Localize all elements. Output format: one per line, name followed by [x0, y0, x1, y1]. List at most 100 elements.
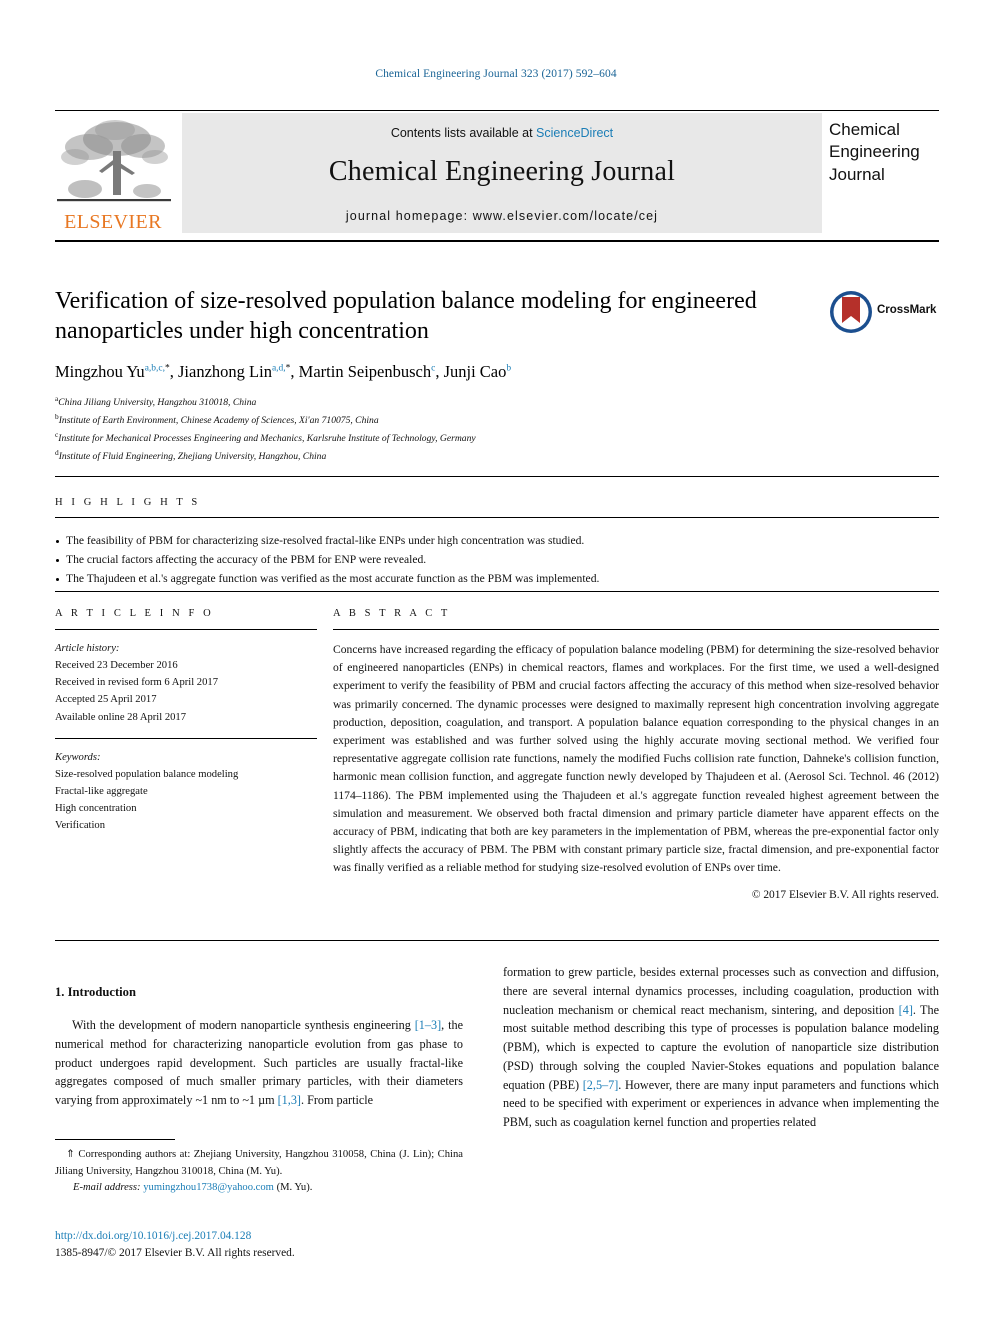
footnote-email-line: E-mail address: yumingzhou1738@yahoo.com… [55, 1182, 463, 1193]
email-link[interactable]: yumingzhou1738@yahoo.com [143, 1182, 274, 1193]
keyword-item: Size-resolved population balance modelin… [55, 768, 239, 780]
affiliation-list: aChina Jiliang University, Hangzhou 3100… [55, 393, 939, 464]
highlights-bottom-rule [55, 591, 939, 592]
author-item: Junji Caob [444, 362, 512, 381]
citation-link[interactable]: [4] [899, 1003, 913, 1017]
journal-masthead: ELSEVIER Contents lists available at Sci… [55, 113, 939, 235]
history-item: Received in revised form 6 April 2017 [55, 677, 218, 689]
highlights-heading: H I G H L I G H T S [55, 497, 201, 508]
keywords-label: Keywords: [55, 751, 101, 763]
masthead-bottom-rule [55, 240, 939, 242]
body-column-left: 1. Introduction With the development of … [55, 985, 463, 1110]
page-title: Verification of size-resolved population… [55, 288, 757, 345]
list-item: The feasibility of PBM for characterizin… [55, 532, 939, 551]
citation-link[interactable]: [2,5–7] [583, 1078, 619, 1092]
citation-link[interactable]: [1–3] [415, 1018, 441, 1032]
intro-paragraph-left: With the development of modern nanoparti… [55, 1016, 463, 1110]
history-item: Accepted 25 April 2017 [55, 694, 157, 706]
footnote-text: ⇑ Corresponding authors at: Zhejiang Uni… [55, 1147, 463, 1180]
para-text: formation to grew particle, besides exte… [503, 965, 939, 1017]
author-name: Junji Cao [443, 362, 507, 382]
journal-article-page: Chemical Engineering Journal 323 (2017) … [0, 0, 992, 1323]
issn-copyright-line: 1385-8947/© 2017 Elsevier B.V. All right… [55, 1246, 295, 1259]
author-affil-marks: a,b,c, [144, 363, 165, 374]
citation-link[interactable]: [1,3] [278, 1093, 301, 1107]
author-separator: , [435, 362, 444, 382]
author-item: Jianzhong Lina,d,* [178, 362, 290, 381]
masthead-top-rule [55, 110, 939, 111]
crossmark-label: CrossMark [877, 304, 937, 316]
author-name: Martin Seipenbusch [298, 362, 432, 382]
body-column-right: formation to grew particle, besides exte… [503, 963, 939, 1132]
list-item: The Thajudeen et al.'s aggregate functio… [55, 570, 939, 589]
affiliation-item: aChina Jiliang University, Hangzhou 3100… [55, 393, 939, 411]
keywords-group: Keywords: Size-resolved population balan… [55, 749, 317, 835]
abstract-bottom-rule [55, 940, 939, 941]
affiliation-text: China Jiliang University, Hangzhou 31001… [58, 397, 257, 409]
affiliation-item: dInstitute of Fluid Engineering, Zhejian… [55, 447, 939, 465]
running-head: Chemical Engineering Journal 323 (2017) … [375, 68, 617, 80]
article-info-heading: A R T I C L E I N F O [55, 608, 214, 619]
author-affil-marks: a,d, [271, 363, 286, 374]
author-list: Mingzhou Yua,b,c,*, Jianzhong Lina,d,*, … [55, 362, 939, 382]
affiliation-item: cInstitute for Mechanical Processes Engi… [55, 429, 939, 447]
intro-paragraph-right: formation to grew particle, besides exte… [503, 963, 939, 1132]
abstract-section: A B S T R A C T Concerns have increased … [333, 608, 939, 901]
highlights-top-rule [55, 476, 939, 477]
abstract-copyright: © 2017 Elsevier B.V. All rights reserved… [751, 889, 939, 902]
title-block: Verification of size-resolved population… [55, 286, 939, 465]
journal-title: Chemical Engineering Journal [328, 156, 676, 187]
cover-line-3: Journal [829, 164, 885, 184]
email-label: E-mail address: [73, 1182, 141, 1194]
crossmark-icon [830, 291, 872, 333]
list-item: The crucial factors affecting the accura… [55, 551, 939, 570]
journal-cover-title: Chemical Engineering Journal [829, 119, 939, 186]
keyword-item: Fractal-like aggregate [55, 786, 148, 798]
author-item: Martin Seipenbuschc [299, 362, 436, 381]
author-separator: , [290, 362, 299, 382]
keywords-divider [55, 737, 317, 739]
author-name: Mingzhou Yu [55, 362, 145, 382]
abstract-text: Concerns have increased regarding the ef… [333, 643, 939, 875]
article-history-label: Article history: [55, 643, 120, 654]
doi-link[interactable]: http://dx.doi.org/10.1016/j.cej.2017.04.… [55, 1228, 495, 1245]
masthead-center-panel: Contents lists available at ScienceDirec… [182, 113, 822, 233]
crossmark-badge[interactable]: CrossMark [829, 290, 937, 336]
section-heading-introduction: 1. Introduction [55, 985, 136, 999]
abstract-divider [333, 629, 939, 630]
affiliation-text: Institute of Earth Environment, Chinese … [58, 415, 379, 427]
author-name: Jianzhong Lin [178, 362, 272, 382]
affiliation-item: bInstitute of Earth Environment, Chinese… [55, 411, 939, 429]
footnote-star: ⇑ [66, 1149, 75, 1160]
para-text: . From particle [300, 1093, 374, 1108]
email-suffix: (M. Yu). [276, 1182, 313, 1194]
cover-line-1: Chemical [829, 120, 900, 139]
footnote-body: Corresponding authors at: Zhejiang Unive… [55, 1149, 463, 1177]
history-item: Received 23 December 2016 [55, 660, 178, 672]
keyword-item: High concentration [55, 803, 137, 815]
para-text: With the development of modern nanoparti… [72, 1018, 415, 1032]
highlights-section: H I G H L I G H T S The feasibility of P… [55, 497, 939, 588]
corresponding-author-footnote: ⇑ Corresponding authors at: Zhejiang Uni… [55, 1139, 463, 1193]
elsevier-tree-icon [57, 120, 171, 202]
elsevier-logo: ELSEVIER [55, 113, 173, 233]
keyword-item: Verification [55, 820, 106, 832]
affiliation-text: Institute for Mechanical Processes Engin… [58, 433, 476, 445]
sciencedirect-link[interactable]: ScienceDirect [536, 126, 613, 140]
contents-available-line: Contents lists available at ScienceDirec… [182, 126, 822, 140]
cover-line-2: Engineering [829, 142, 920, 162]
footnote-rule [55, 1139, 175, 1140]
author-affil-marks: b [506, 363, 512, 374]
affiliation-text: Institute of Fluid Engineering, Zhejiang… [58, 450, 327, 462]
history-item: Available online 28 April 2017 [55, 711, 187, 723]
author-separator: , [169, 362, 178, 382]
footer-doi-block: http://dx.doi.org/10.1016/j.cej.2017.04.… [55, 1228, 495, 1261]
article-history-group: Article history: Received 23 December 20… [55, 640, 317, 726]
author-item: Mingzhou Yua,b,c,* [55, 362, 170, 381]
article-info-divider [55, 629, 317, 630]
highlights-list: The feasibility of PBM for characterizin… [55, 518, 939, 588]
contents-prefix: Contents lists available at [390, 126, 533, 140]
elsevier-wordmark: ELSEVIER [64, 211, 162, 233]
journal-homepage-link[interactable]: journal homepage: www.elsevier.com/locat… [182, 209, 822, 223]
article-info-section: A R T I C L E I N F O Article history: R… [55, 608, 317, 835]
